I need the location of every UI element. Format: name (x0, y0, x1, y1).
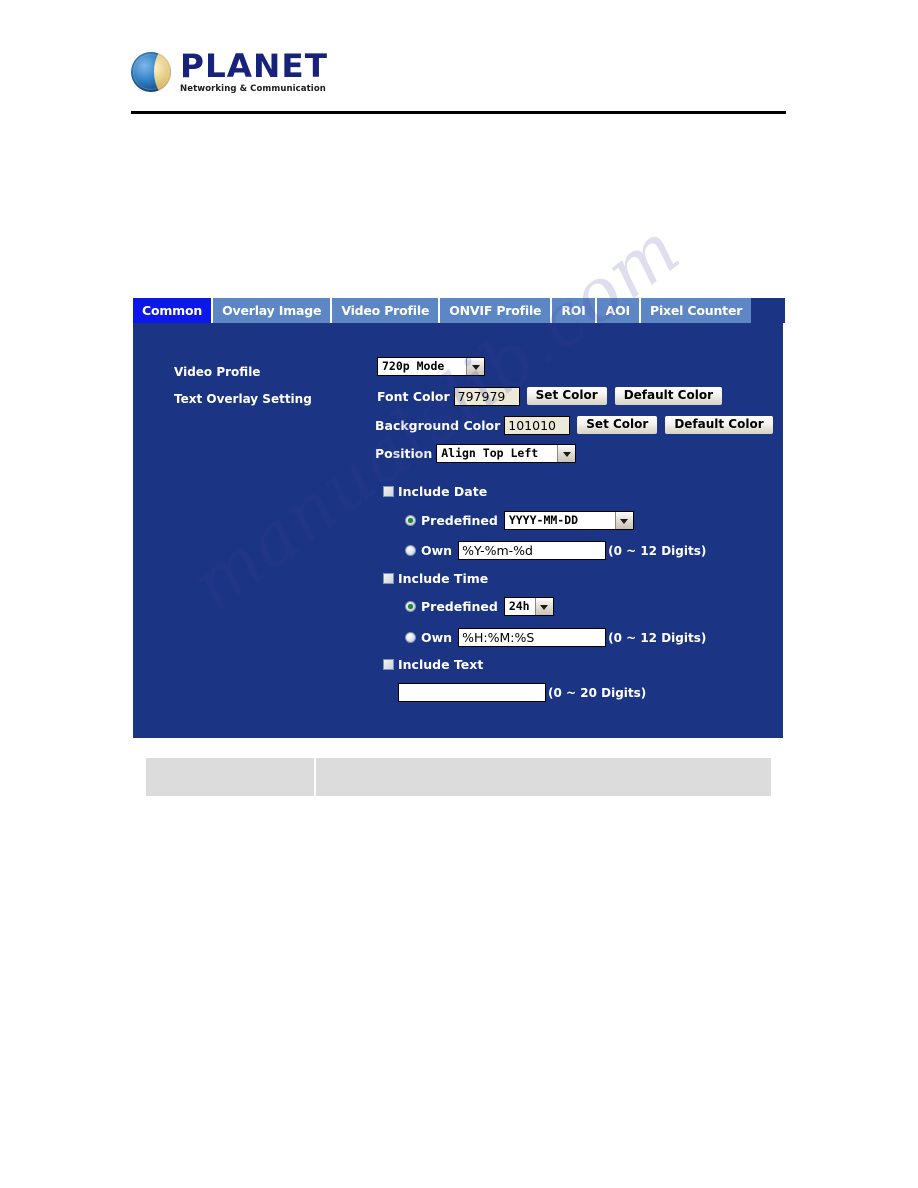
position-label: Position (375, 446, 433, 461)
brand-tagline: Networking & Communication (180, 84, 326, 94)
date-own-hint: (0 ~ 12 Digits) (608, 543, 707, 558)
include-date-checkbox[interactable] (383, 486, 394, 497)
bottom-table (146, 758, 771, 796)
include-text-checkbox[interactable] (383, 659, 394, 670)
tab-roi[interactable]: ROI (552, 298, 597, 323)
include-time-label: Include Time (398, 571, 489, 586)
chevron-down-icon[interactable] (534, 598, 553, 615)
video-profile-select[interactable]: 720p Mode (377, 357, 485, 376)
bottom-table-cell-left (146, 758, 316, 796)
background-color-input[interactable]: 101010 (504, 415, 571, 435)
date-format-value: YYYY-MM-DD (508, 513, 579, 527)
time-own-label: Own (421, 630, 453, 645)
font-color-label: Font Color (377, 388, 450, 404)
tab-aoi[interactable]: AOI (596, 298, 641, 323)
chevron-down-icon[interactable] (614, 512, 633, 529)
time-predefined-row[interactable]: Predefined 24h (405, 597, 554, 616)
tab-strip: Common Overlay Image Video Profile ONVIF… (133, 298, 785, 323)
position-value: Align Top Left (441, 446, 539, 460)
settings-panel: Video Profile Text Overlay Setting 720p … (133, 323, 783, 738)
bottom-table-cell-right (316, 758, 771, 796)
time-own-row[interactable]: Own %H:%M:%S (0 ~ 12 Digits) (405, 628, 706, 647)
time-format-select[interactable]: 24h (503, 597, 554, 616)
font-color-input[interactable]: 797979 (453, 386, 520, 406)
include-text-row[interactable]: Include Text (383, 657, 489, 672)
time-own-hint: (0 ~ 12 Digits) (608, 630, 707, 645)
time-own-radio[interactable] (405, 632, 416, 643)
video-profile-value: 720p Mode (382, 359, 445, 373)
logo-text: PLANET Networking & Communication (180, 47, 328, 94)
date-own-row[interactable]: Own %Y-%m-%d (0 ~ 12 Digits) (405, 541, 706, 560)
time-predefined-radio[interactable] (405, 601, 416, 612)
video-profile-label: Video Profile (174, 365, 261, 379)
position-row: Position Align Top Left (375, 444, 577, 463)
date-own-label: Own (421, 543, 453, 558)
date-predefined-label: Predefined (421, 513, 498, 528)
time-own-input[interactable]: %H:%M:%S (458, 628, 607, 647)
background-color-row: Background Color 101010 Set Color Defaul… (375, 415, 774, 435)
tab-pixel-counter[interactable]: Pixel Counter (641, 298, 752, 323)
planet-logo: PLANET Networking & Communication (131, 47, 328, 94)
background-set-color-button[interactable]: Set Color (576, 415, 659, 435)
page-header: PLANET Networking & Communication (131, 44, 786, 116)
tab-overlay-image[interactable]: Overlay Image (213, 298, 333, 323)
brand-name: PLANET (180, 47, 328, 85)
background-color-label: Background Color (375, 417, 501, 433)
position-select[interactable]: Align Top Left (436, 444, 577, 463)
font-set-color-button[interactable]: Set Color (525, 386, 608, 406)
date-own-radio[interactable] (405, 545, 416, 556)
include-time-row[interactable]: Include Time (383, 571, 494, 586)
include-date-label: Include Date (398, 484, 488, 499)
date-own-input[interactable]: %Y-%m-%d (458, 541, 607, 560)
date-format-select[interactable]: YYYY-MM-DD (503, 511, 634, 530)
date-predefined-row[interactable]: Predefined YYYY-MM-DD (405, 511, 634, 530)
overlay-text-input[interactable] (398, 683, 546, 702)
globe-icon (131, 51, 171, 92)
text-overlay-setting-label: Text Overlay Setting (174, 392, 312, 406)
tab-common[interactable]: Common (133, 298, 214, 323)
background-default-color-button[interactable]: Default Color (664, 415, 774, 435)
header-divider (131, 111, 786, 114)
overlay-text-row: (0 ~ 20 Digits) (398, 683, 646, 702)
date-predefined-radio[interactable] (405, 515, 416, 526)
chevron-down-icon[interactable] (466, 358, 484, 375)
time-predefined-label: Predefined (421, 599, 498, 614)
tab-onvif-profile[interactable]: ONVIF Profile (440, 298, 553, 323)
include-date-row[interactable]: Include Date (383, 484, 493, 499)
include-time-checkbox[interactable] (383, 573, 394, 584)
video-profile-row: 720p Mode (377, 357, 485, 376)
include-text-label: Include Text (398, 657, 484, 672)
chevron-down-icon[interactable] (557, 445, 576, 462)
overlay-text-hint: (0 ~ 20 Digits) (548, 685, 647, 700)
tab-video-profile[interactable]: Video Profile (332, 298, 441, 323)
font-color-row: Font Color 797979 Set Color Default Colo… (377, 386, 724, 406)
time-format-value: 24h (508, 599, 530, 613)
font-default-color-button[interactable]: Default Color (613, 386, 724, 406)
